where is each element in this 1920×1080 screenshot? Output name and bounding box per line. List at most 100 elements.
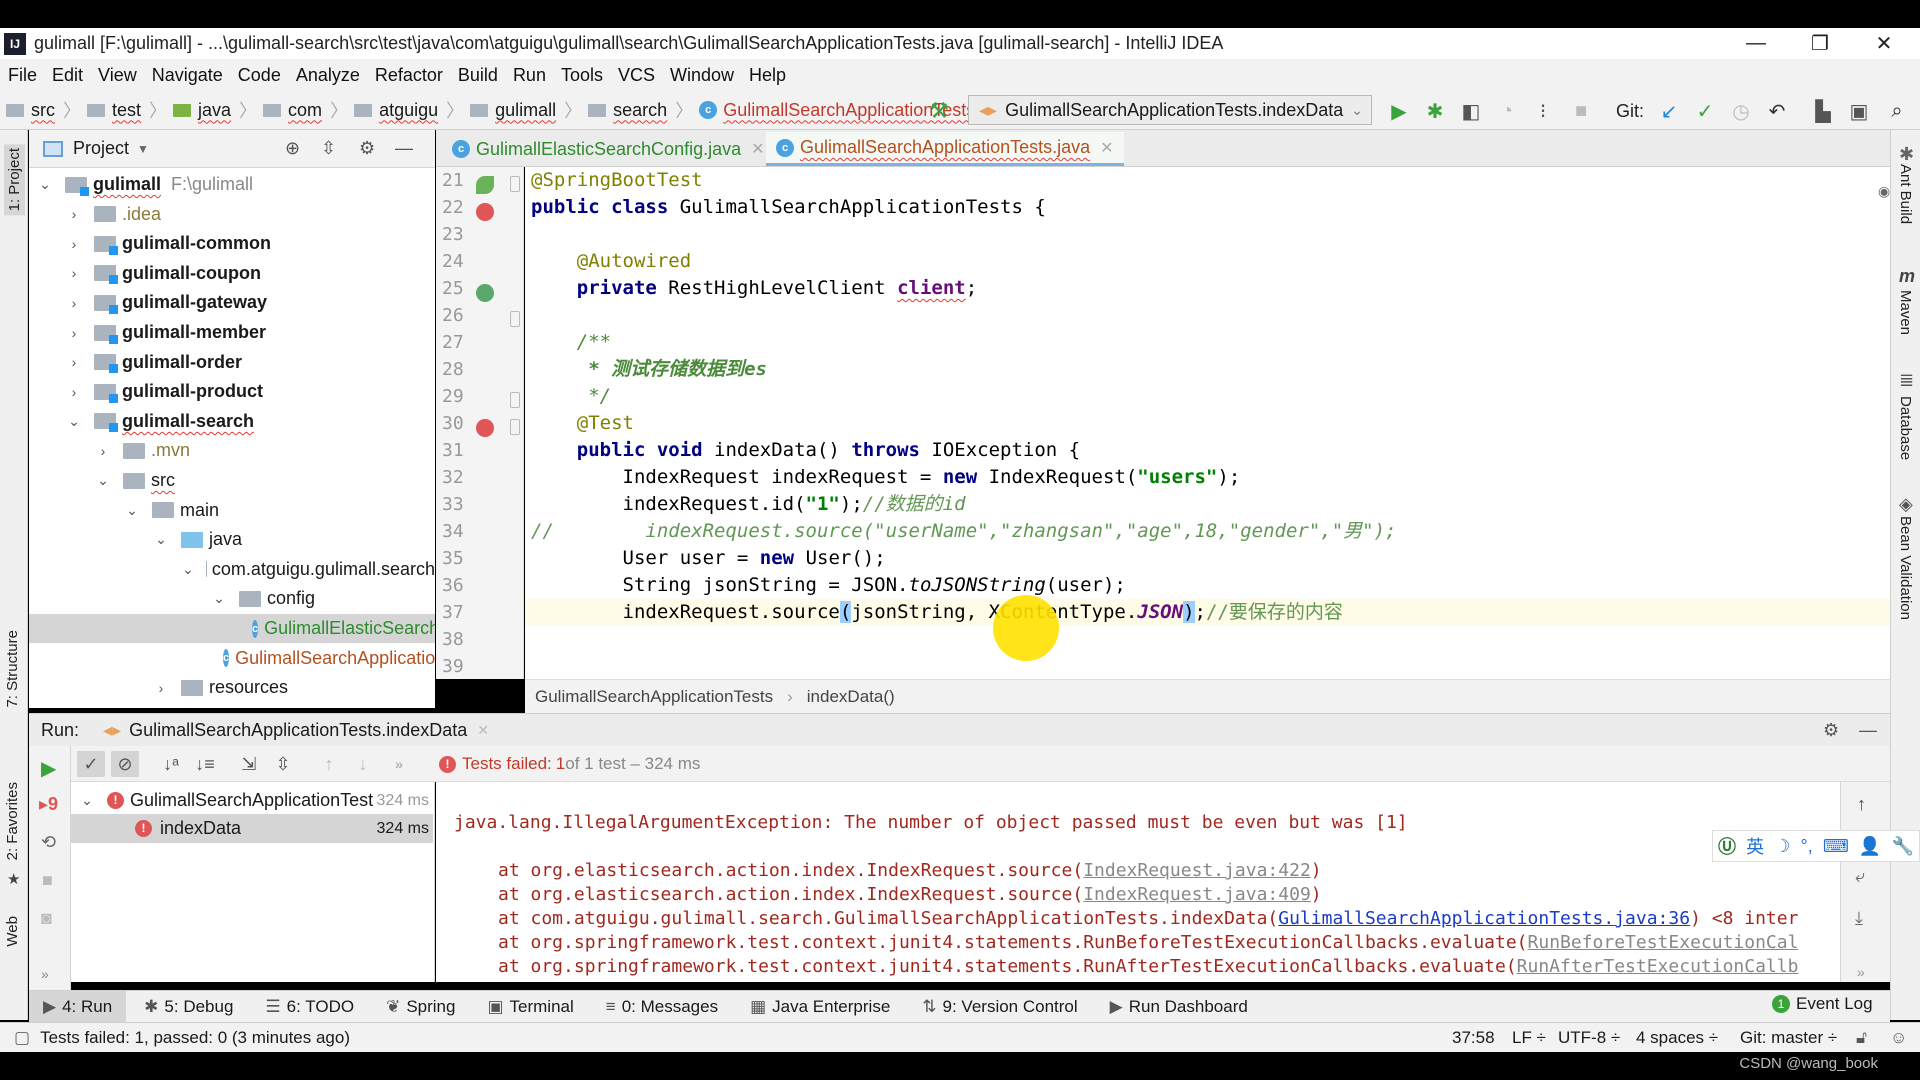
gear-icon[interactable]: ⚙ [1823,720,1839,741]
test-suite-row[interactable]: ⌄ ! GulimallSearchApplicationTest 324 ms [71,786,433,815]
run-configuration-dropdown[interactable]: ◂▸ GulimallSearchApplicationTests.indexD… [968,95,1372,125]
tree-item[interactable]: c GulimallSearchApplication [29,644,435,673]
tool-tab-run-dashboard[interactable]: ▶ Run Dashboard [1096,991,1262,1023]
chevron-right-icon[interactable]: › [66,384,82,400]
git-update-icon[interactable]: ↙ [1656,98,1682,124]
source-link[interactable]: IndexRequest.java:409 [1083,884,1311,905]
git-history-icon[interactable]: ◷ [1728,98,1754,124]
profile-icon[interactable]: ◔ [1494,98,1520,124]
tree-item[interactable]: › gulimall-order [29,348,435,377]
chevron-right-icon[interactable]: › [66,236,82,252]
menu-edit[interactable]: Edit [52,65,83,86]
nav-crumb-atguigu[interactable]: atguigu 〉 [354,97,464,123]
tree-item[interactable]: ⌄ gulimall F:\gulimall [29,170,435,199]
close-run-tab-icon[interactable]: ✕ [477,722,489,739]
tool-tab-version-control[interactable]: ⇅ 9: Version Control [908,991,1091,1023]
fold-marker-icon[interactable] [510,419,520,435]
chevron-right-icon[interactable]: › [66,325,82,341]
menu-vcs[interactable]: VCS [618,65,655,86]
scroll-up-icon[interactable]: ↑ [1857,794,1866,815]
tool-window-project[interactable]: 1: Project [4,144,25,216]
source-link[interactable]: GulimallSearchApplicationTests.java:36 [1278,908,1690,929]
tree-item[interactable]: ⌄ main [29,496,435,525]
menu-analyze[interactable]: Analyze [296,65,360,86]
git-commit-icon[interactable]: ✓ [1692,98,1718,124]
fold-marker-icon[interactable] [510,176,520,192]
run-test-error-icon[interactable] [476,419,494,437]
collapse-all-icon[interactable]: ⇳ [269,751,297,777]
tree-item[interactable]: › .idea [29,200,435,229]
code-editor[interactable]: @SpringBootTest public class GulimallSea… [525,167,1890,679]
breadcrumb-class[interactable]: GulimallSearchApplicationTests [535,687,773,707]
menu-run[interactable]: Run [513,65,546,86]
tree-item[interactable]: › resources [29,673,435,702]
menu-navigate[interactable]: Navigate [152,65,223,86]
nav-crumb-test[interactable]: test 〉 [87,97,167,123]
attach-debugger-icon[interactable]: ⁝ [1530,98,1556,124]
stop-icon[interactable]: ■ [1568,98,1594,124]
restore-button[interactable]: ❐ [1790,28,1850,59]
chevron-down-icon[interactable]: ⌄ [95,472,111,489]
chevron-down-icon[interactable]: ⌄ [153,531,169,548]
close-tab-icon[interactable]: ✕ [1100,138,1113,158]
menu-help[interactable]: Help [749,65,786,86]
coverage-icon[interactable]: ◧ [1458,98,1484,124]
tool-tab-todo[interactable]: ☰ 6: TODO [251,991,368,1023]
chevron-right-icon[interactable]: › [66,265,82,281]
lock-icon[interactable]: 🔓︎ [1856,1028,1867,1048]
fold-marker-icon[interactable] [510,392,520,408]
next-failed-icon[interactable]: ↓ [349,751,377,777]
menu-tools[interactable]: Tools [561,65,603,86]
caret-position[interactable]: 37:58 [1452,1028,1495,1048]
tree-item[interactable]: ⌄ java [29,525,435,554]
camera-icon[interactable]: ◙ [41,908,52,929]
nav-crumb-src[interactable]: src 〉 [6,97,81,123]
tool-window-structure[interactable]: 7: Structure [4,630,21,708]
menu-refactor[interactable]: Refactor [375,65,443,86]
scroll-to-end-icon[interactable]: ⤓ [1855,908,1863,929]
close-button[interactable]: ✕ [1854,28,1914,59]
tool-tab-terminal[interactable]: ▣ Terminal [473,991,587,1023]
toggle-tool-windows-icon[interactable]: ▢ [14,1028,30,1048]
autowired-bean-icon[interactable] [476,284,494,302]
tool-window-database[interactable]: Database [1897,396,1914,460]
menu-build[interactable]: Build [458,65,498,86]
reader-mode-eye-icon[interactable]: ◉ [1878,183,1890,200]
terminal-window-icon[interactable]: ▣ [1846,98,1872,124]
close-tab-icon[interactable]: ✕ [751,139,764,159]
expand-all-icon[interactable]: ⇲ [235,751,263,777]
rerun-failed-icon[interactable]: ▸9 [39,794,58,815]
git-branch[interactable]: Git: master ÷ [1740,1028,1837,1048]
menu-view[interactable]: View [98,65,137,86]
tool-tab-spring[interactable]: ❦ Spring [372,991,469,1023]
tree-item[interactable]: ⌄ com.atguigu.gulimall.search [29,555,435,584]
sort-alpha-icon[interactable]: ↓ᵃ [157,751,185,777]
ime-toolbar[interactable]: Ⓤ 英 ☽ °, ⌨ 👤 🔧 [1712,830,1920,862]
toggle-auto-test-icon[interactable]: ⟲ [41,832,56,853]
gear-icon[interactable]: ⚙ [359,138,375,159]
menu-window[interactable]: Window [670,65,734,86]
more-icon[interactable]: » [41,966,49,982]
previous-failed-icon[interactable]: ↑ [315,751,343,777]
source-link[interactable]: IndexRequest.java:422 [1083,860,1311,881]
tree-item[interactable]: ⌄ config [29,584,435,613]
minimize-button[interactable]: — [1726,28,1786,59]
more-icon[interactable]: » [1857,964,1865,980]
event-log-button[interactable]: 1 Event Log [1772,994,1873,1014]
ime-moon-icon[interactable]: ☽ [1774,836,1790,857]
tool-window-web[interactable]: Web [4,916,21,947]
ime-punctuation-icon[interactable]: °, [1801,836,1813,857]
menu-code[interactable]: Code [238,65,281,86]
test-method-row[interactable]: ! indexData 324 ms [71,814,433,843]
run-icon[interactable]: ▶ [1386,98,1412,124]
rerun-icon[interactable]: ▶ [41,756,56,781]
hide-panel-icon[interactable]: — [395,138,413,159]
git-revert-icon[interactable]: ↶ [1764,98,1790,124]
locate-target-icon[interactable]: ⊕ [285,138,300,159]
tree-item[interactable]: › .mvn [29,436,435,465]
build-hammer-icon[interactable]: ⚒ [926,98,952,124]
chevron-right-icon[interactable]: › [66,295,82,311]
ime-settings-icon[interactable]: 🔧 [1891,836,1913,857]
collapse-all-icon[interactable]: ⇳ [321,138,336,159]
ime-language[interactable]: 英 [1746,833,1764,859]
